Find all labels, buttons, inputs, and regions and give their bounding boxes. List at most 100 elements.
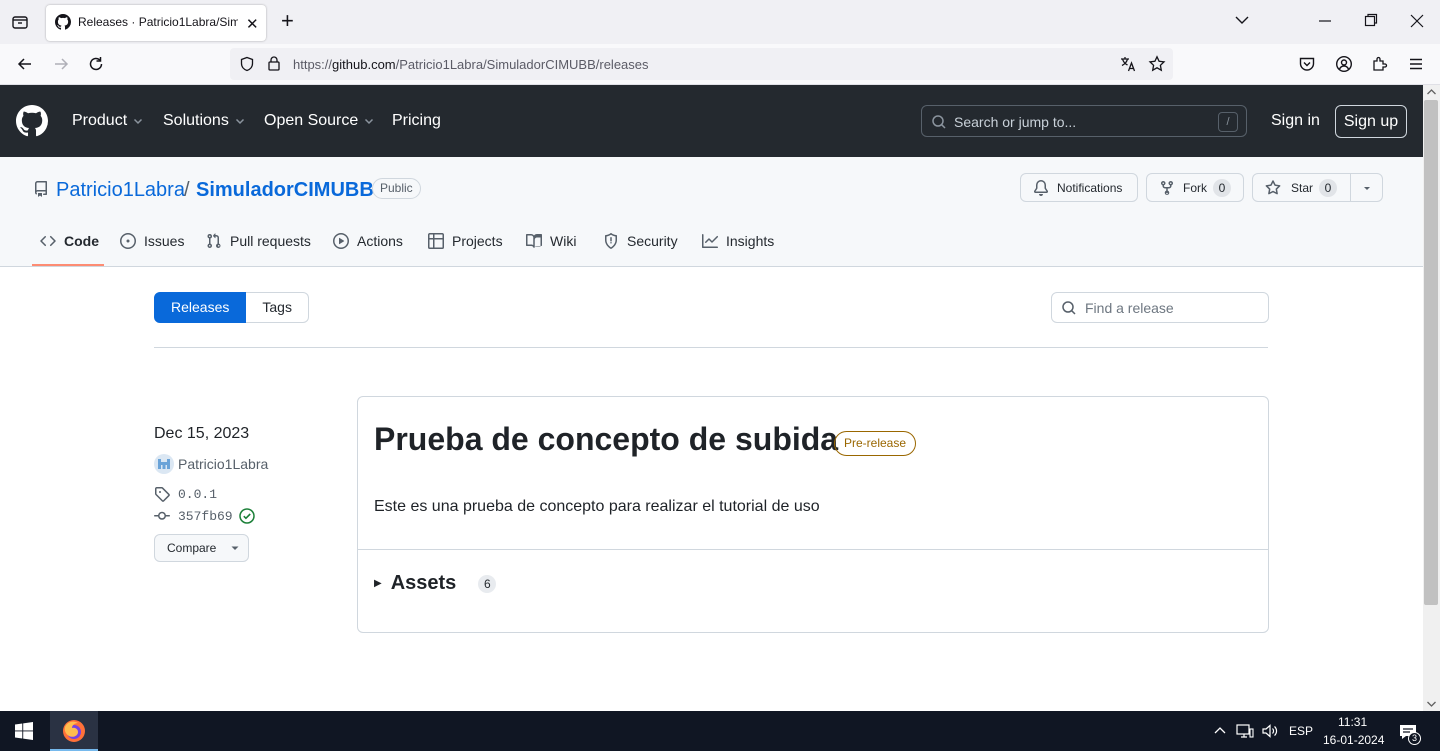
releases-tags-toggle: Releases Tags (154, 292, 309, 323)
star-divider (1350, 174, 1351, 201)
release-card: Prueba de concepto de subida Pre-release… (357, 396, 1269, 633)
sign-up-button[interactable]: Sign up (1335, 105, 1407, 138)
repo-icon (33, 181, 49, 197)
star-dropdown-caret-icon[interactable] (1361, 182, 1373, 194)
new-tab-icon[interactable]: + (281, 10, 294, 32)
github-search-input[interactable]: Search or jump to... / (921, 105, 1247, 137)
github-header: Product Solutions Open Source Pricing Se… (0, 85, 1423, 157)
restore-icon[interactable] (1364, 12, 1378, 28)
nav-open-source[interactable]: Open Source (264, 112, 375, 130)
tab-projects[interactable]: Projects (428, 233, 503, 249)
search-icon (931, 114, 947, 130)
star-button[interactable]: Star 0 (1252, 173, 1383, 202)
compare-label: Compare (167, 541, 217, 555)
prerelease-badge: Pre-release (834, 431, 917, 456)
tab-actions[interactable]: Actions (333, 233, 403, 249)
releases-tab-button[interactable]: Releases (154, 292, 247, 323)
tab-code[interactable]: Code (40, 233, 99, 249)
action-center-icon[interactable]: 3 (1398, 722, 1421, 745)
volume-icon[interactable] (1261, 723, 1279, 739)
find-release-input[interactable]: Find a release (1051, 292, 1269, 323)
show-hidden-icons-chevron-icon[interactable] (1213, 725, 1227, 735)
card-divider (358, 549, 1268, 550)
bookmark-star-icon[interactable] (1148, 55, 1166, 73)
assets-label: Assets (390, 572, 457, 594)
issue-icon (120, 233, 136, 249)
account-icon[interactable] (1335, 55, 1353, 73)
clock-time[interactable]: 11:31 (1338, 715, 1367, 729)
github-logo-icon[interactable] (16, 105, 48, 137)
tab-list-icon[interactable] (10, 12, 30, 32)
nav-solutions-label: Solutions (163, 112, 229, 129)
repo-owner-link[interactable]: Patricio1Labra (56, 179, 185, 202)
assets-toggle[interactable]: ▶ Assets 6 (374, 572, 497, 595)
reload-icon[interactable] (87, 55, 105, 73)
compare-button[interactable]: Compare (154, 534, 249, 562)
tab-close-icon[interactable]: ✕ (246, 15, 259, 33)
bell-icon (1033, 179, 1049, 196)
forward-icon[interactable] (52, 55, 70, 73)
book-icon (526, 234, 542, 248)
release-author[interactable]: Patricio1Labra (154, 454, 268, 474)
github-favicon-icon (55, 14, 71, 30)
tab-pull-requests-label: Pull requests (230, 233, 311, 249)
window-close-icon[interactable] (1410, 12, 1424, 28)
tab-security[interactable]: Security (603, 233, 678, 249)
commit-sha: 357fb69 (178, 508, 233, 524)
release-title[interactable]: Prueba de concepto de subida (374, 421, 838, 458)
scroll-up-arrow-icon[interactable] (1423, 85, 1440, 99)
tab-projects-label: Projects (452, 233, 503, 249)
notification-count-badge: 3 (1408, 732, 1421, 745)
browser-navbar: https://github.com/Patricio1Labra/Simula… (0, 44, 1440, 85)
firefox-taskbar-icon[interactable] (50, 711, 98, 751)
browser-tabstrip: Releases · Patricio1Labra/SimuladorCIMUB… (0, 0, 1440, 44)
extensions-icon[interactable] (1371, 55, 1389, 73)
tab-actions-label: Actions (357, 233, 403, 249)
scroll-down-arrow-icon[interactable] (1423, 697, 1440, 711)
browser-tab[interactable]: Releases · Patricio1Labra/SimuladorCIMUB… (46, 5, 266, 41)
release-date[interactable]: Dec 15, 2023 (154, 425, 249, 443)
back-icon[interactable] (16, 55, 34, 73)
sign-in-link[interactable]: Sign in (1271, 112, 1320, 130)
notifications-button[interactable]: Notifications (1020, 173, 1138, 202)
graph-icon (702, 234, 718, 248)
divider (154, 347, 1268, 348)
code-icon (40, 235, 56, 247)
translate-icon[interactable] (1119, 55, 1137, 73)
tracking-shield-icon[interactable] (239, 56, 255, 72)
tab-issues[interactable]: Issues (120, 233, 184, 249)
active-tab-underline (32, 264, 104, 266)
lock-icon[interactable] (266, 55, 282, 71)
tab-pull-requests[interactable]: Pull requests (206, 233, 311, 249)
pocket-icon[interactable] (1298, 55, 1316, 73)
clock-date[interactable]: 16-01-2024 (1323, 733, 1384, 747)
nav-product[interactable]: Product (72, 112, 144, 130)
input-language-indicator[interactable]: ESP (1289, 724, 1313, 738)
network-icon[interactable] (1236, 723, 1254, 739)
fork-icon (1161, 180, 1173, 195)
tags-tab-button[interactable]: Tags (246, 292, 309, 323)
nav-pricing-label: Pricing (392, 112, 441, 129)
release-tag[interactable]: 0.0.1 (154, 486, 217, 502)
nav-pricing[interactable]: Pricing (392, 112, 441, 130)
avatar (154, 454, 174, 474)
tag-icon (155, 487, 170, 502)
menu-hamburger-icon[interactable] (1407, 55, 1425, 73)
play-icon (333, 233, 349, 249)
release-commit[interactable]: 357fb69 (154, 508, 255, 524)
tab-overflow-icon[interactable] (1234, 12, 1250, 28)
tab-title: Releases · Patricio1Labra/SimuladorCIMUB… (78, 15, 238, 29)
minimize-icon[interactable] (1318, 12, 1332, 28)
address-bar[interactable]: https://github.com/Patricio1Labra/Simula… (230, 48, 1173, 80)
tab-wiki[interactable]: Wiki (526, 233, 576, 249)
windows-start-icon[interactable] (15, 722, 33, 740)
scrollbar-thumb[interactable] (1424, 100, 1438, 605)
fork-button[interactable]: Fork 0 (1146, 173, 1244, 202)
visibility-badge: Public (372, 178, 421, 199)
nav-solutions[interactable]: Solutions (163, 112, 246, 130)
tab-wiki-label: Wiki (550, 233, 577, 249)
tab-insights[interactable]: Insights (702, 233, 774, 249)
pull-request-icon (207, 233, 221, 249)
windows-taskbar: ESP 11:31 16-01-2024 3 (0, 711, 1440, 751)
repo-name-link[interactable]: SimuladorCIMUBB (196, 179, 374, 202)
